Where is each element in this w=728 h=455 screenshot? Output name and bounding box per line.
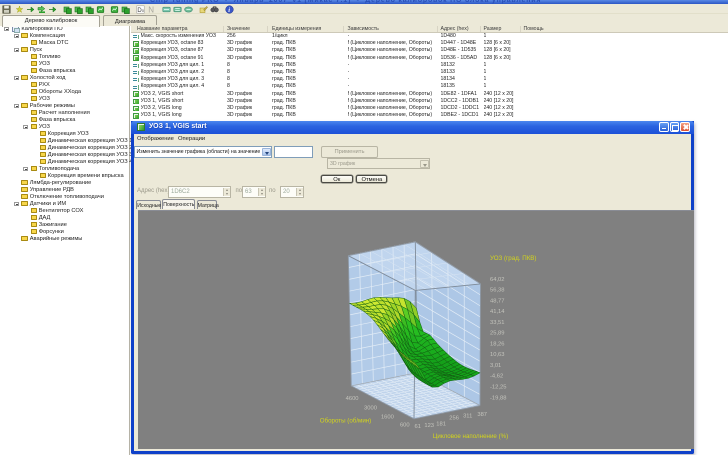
svg-text:i: i: [228, 7, 230, 14]
svg-text:123: 123: [424, 423, 434, 429]
svg-text:311: 311: [463, 413, 472, 419]
svg-text:1600: 1600: [380, 414, 393, 420]
svg-text:64,02: 64,02: [490, 276, 505, 282]
svg-text:-12,25: -12,25: [490, 384, 506, 390]
svg-text:Цикловое наполнение (%): Цикловое наполнение (%): [432, 433, 507, 440]
svg-text:Обороты (об/мин): Обороты (об/мин): [319, 417, 371, 424]
svg-text:600: 600: [399, 422, 409, 428]
svg-text:41,14: 41,14: [490, 309, 505, 315]
svg-text:25,89: 25,89: [490, 330, 505, 336]
svg-text:-19,88: -19,88: [490, 395, 506, 401]
svg-text:10,63: 10,63: [490, 352, 505, 358]
svg-text:33,51: 33,51: [490, 319, 505, 325]
svg-text:256: 256: [449, 415, 459, 421]
svg-text:-4,62: -4,62: [490, 373, 503, 379]
svg-text:48,77: 48,77: [490, 298, 505, 304]
svg-text:181: 181: [436, 421, 446, 427]
svg-text:18,26: 18,26: [490, 341, 505, 347]
svg-text:387: 387: [477, 411, 487, 417]
svg-text:УОЗ (град. ПКВ): УОЗ (град. ПКВ): [490, 255, 536, 262]
svg-text:3000: 3000: [364, 405, 377, 411]
svg-text:3,01: 3,01: [490, 363, 501, 369]
svg-text:56,38: 56,38: [490, 287, 505, 293]
svg-text:61: 61: [414, 423, 420, 429]
svg-text:N: N: [148, 5, 154, 14]
svg-text:4600: 4600: [345, 396, 358, 402]
